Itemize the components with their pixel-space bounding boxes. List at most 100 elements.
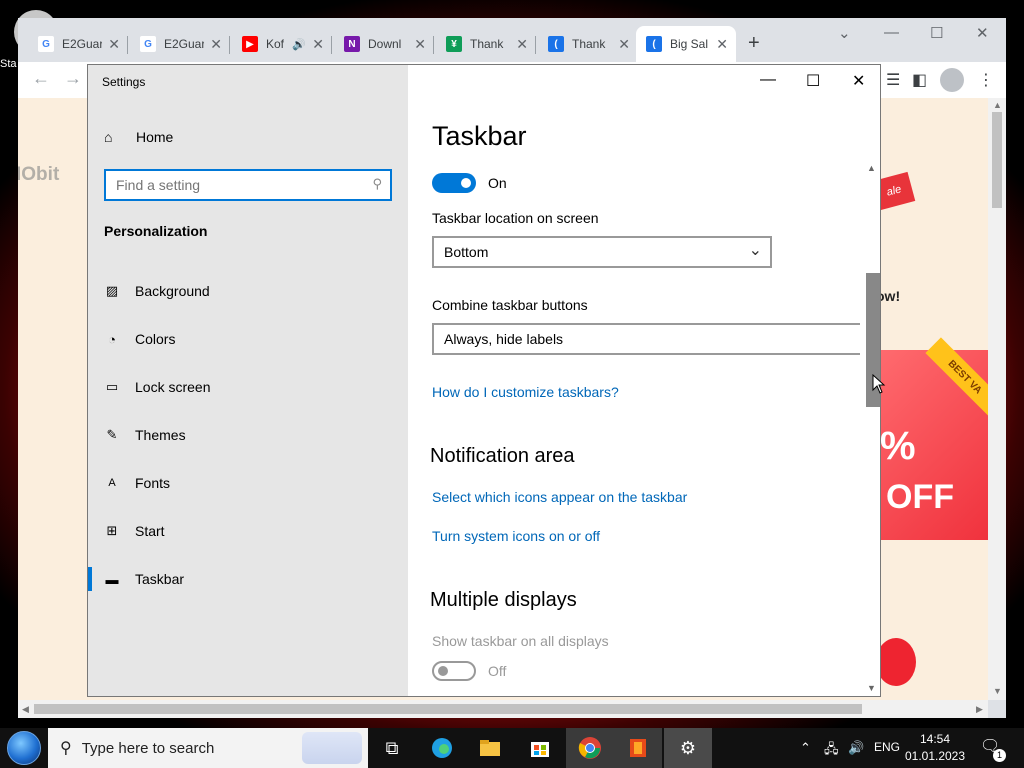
start-button[interactable] — [4, 730, 44, 766]
side-panel-icon[interactable]: ◧ — [912, 70, 927, 90]
toggle-knob — [438, 666, 448, 676]
combine-buttons-dropdown[interactable]: Always, hide labels — [432, 323, 860, 355]
start-icon: ⊞ — [106, 523, 118, 538]
dropdown-value: Bottom — [444, 244, 489, 260]
tab-strip: G E2Guar ✕ G E2Guar ✕ ▶ Kof 🔊 ✕ N Downl … — [18, 18, 1006, 62]
clock-time: 14:54 — [919, 732, 951, 746]
taskbar-location-dropdown[interactable]: Bottom ⌄ — [432, 236, 772, 268]
google-icon: G — [38, 36, 54, 52]
show-hidden-icons-icon[interactable]: ⌃ — [800, 740, 811, 756]
system-icons-link[interactable]: Turn system icons on or off — [432, 528, 600, 544]
browser-tab[interactable]: ( Thank ✕ — [538, 26, 638, 62]
settings-gear-icon[interactable]: ⚙ — [664, 728, 712, 768]
maximize-icon[interactable]: ☐ — [806, 71, 820, 91]
close-tab-icon[interactable]: ✕ — [312, 36, 324, 53]
nav-item-start[interactable]: ⊞ Start — [88, 511, 408, 551]
nav-item-colors[interactable]: ◔ Colors — [88, 319, 408, 359]
minimize-icon[interactable]: — — [884, 24, 899, 41]
section-title: Personalization — [104, 223, 208, 239]
back-icon[interactable]: ← — [32, 68, 50, 89]
profile-avatar[interactable] — [940, 68, 964, 92]
close-tab-icon[interactable]: ✕ — [516, 36, 528, 53]
volume-icon[interactable]: 🔊 — [848, 740, 864, 756]
browser-tab[interactable]: G E2Guar ✕ — [28, 26, 128, 62]
discount-percent: % — [880, 424, 916, 468]
close-tab-icon[interactable]: ✕ — [618, 36, 630, 53]
tab-search-icon[interactable]: ⌄ — [838, 24, 851, 42]
toggle-switch-on[interactable] — [432, 173, 476, 193]
home-nav-item[interactable]: ⌂ Home — [104, 129, 173, 145]
nav-item-label: Taskbar — [135, 571, 185, 587]
menu-icon[interactable]: ⋮ — [978, 70, 994, 90]
search-icon: ⚲ — [372, 176, 382, 191]
nav-item-label: Start — [135, 523, 165, 539]
scroll-up-icon[interactable]: ▲ — [993, 100, 1002, 110]
combine-label: Combine taskbar buttons — [432, 297, 588, 313]
close-tab-icon[interactable]: ✕ — [210, 36, 222, 53]
close-tab-icon[interactable]: ✕ — [108, 36, 120, 53]
browser-tab-active[interactable]: ( Big Sal ✕ — [636, 26, 736, 62]
browser-tab[interactable]: ¥ Thank ✕ — [436, 26, 536, 62]
language-indicator[interactable]: ENG — [874, 740, 900, 754]
location-label: Taskbar location on screen — [432, 210, 599, 226]
network-icon[interactable]: 🖧 — [824, 740, 839, 762]
scroll-down-icon[interactable]: ▼ — [867, 683, 876, 693]
find-setting-search[interactable]: ⚲ — [104, 169, 392, 201]
page-vertical-scrollbar[interactable]: ▲ ▼ — [988, 98, 1006, 700]
nav-item-themes[interactable]: ✎ Themes — [88, 415, 408, 455]
nav-item-background[interactable]: ▨ Background — [88, 271, 408, 311]
scroll-right-icon[interactable]: ▶ — [976, 704, 983, 715]
clock[interactable]: 14:54 01.01.2023 — [904, 731, 966, 765]
edge-icon[interactable] — [418, 728, 466, 768]
close-tab-icon[interactable]: ✕ — [414, 36, 426, 53]
new-tab-button[interactable]: + — [748, 32, 760, 55]
nav-item-label: Fonts — [135, 475, 171, 491]
search-icon: ⚲ — [60, 740, 72, 757]
maximize-icon[interactable]: ☐ — [930, 24, 943, 42]
audio-playing-icon[interactable]: 🔊 — [292, 38, 306, 51]
settings-content-pane: — ☐ ✕ Taskbar On Taskbar location on scr… — [408, 65, 880, 696]
file-explorer-icon[interactable] — [466, 728, 514, 768]
selected-indicator — [88, 567, 92, 591]
settings-nav-pane: Settings ⌂ Home ⚲ Personalization ▨ Back… — [88, 65, 408, 696]
nav-item-lock-screen[interactable]: ▭ Lock screen — [88, 367, 408, 407]
settings-scrollbar[interactable]: ▲ ▼ — [864, 161, 880, 696]
forward-icon[interactable]: → — [64, 68, 82, 89]
action-center-icon[interactable]: 🗨 1 — [980, 736, 1006, 762]
toggle-switch-off[interactable] — [432, 661, 476, 681]
office-app-icon[interactable] — [614, 728, 662, 768]
nav-item-label: Themes — [135, 427, 186, 443]
settings-window: Settings ⌂ Home ⚲ Personalization ▨ Back… — [87, 64, 881, 697]
search-input[interactable] — [116, 177, 356, 193]
windows-taskbar: ⚲ Type here to search ⧉ ⚙ ⌃ 🖧 🔊 ENG 14:5… — [0, 728, 1024, 768]
nav-item-taskbar[interactable]: ▬ Taskbar — [88, 559, 408, 599]
close-tab-icon[interactable]: ✕ — [716, 36, 728, 53]
toggle-state-label: Off — [488, 663, 507, 679]
browser-tab[interactable]: ▶ Kof 🔊 ✕ — [232, 26, 332, 62]
task-view-icon[interactable]: ⧉ — [368, 728, 416, 768]
browser-tab[interactable]: N Downl ✕ — [334, 26, 434, 62]
shield-icon: ( — [548, 36, 564, 52]
chrome-icon[interactable] — [566, 728, 614, 768]
store-icon[interactable] — [516, 728, 564, 768]
nav-item-fonts[interactable]: A Fonts — [88, 463, 408, 503]
close-icon[interactable]: ✕ — [976, 24, 989, 42]
scroll-up-icon[interactable]: ▲ — [867, 163, 876, 173]
search-placeholder: Type here to search — [81, 739, 215, 757]
select-icons-link[interactable]: Select which icons appear on the taskbar — [432, 489, 687, 505]
browser-tab[interactable]: G E2Guar ✕ — [130, 26, 230, 62]
scrollbar-thumb[interactable] — [34, 704, 862, 714]
tab-separator — [127, 36, 128, 54]
scrollbar-thumb[interactable] — [992, 112, 1002, 208]
taskbar-search-box[interactable]: ⚲ Type here to search — [48, 728, 368, 768]
page-horizontal-scrollbar[interactable]: ◀ ▶ — [18, 700, 988, 718]
reading-list-icon[interactable]: ☰ — [886, 70, 900, 90]
close-icon[interactable]: ✕ — [852, 71, 865, 91]
customize-taskbars-link[interactable]: How do I customize taskbars? — [432, 384, 619, 400]
scroll-down-icon[interactable]: ▼ — [993, 686, 1002, 696]
shield-icon: ( — [646, 36, 662, 52]
taskbar-icon: ▬ — [105, 571, 119, 587]
sheet-icon: ¥ — [446, 36, 462, 52]
minimize-icon[interactable]: — — [760, 71, 776, 89]
scroll-left-icon[interactable]: ◀ — [22, 704, 29, 715]
